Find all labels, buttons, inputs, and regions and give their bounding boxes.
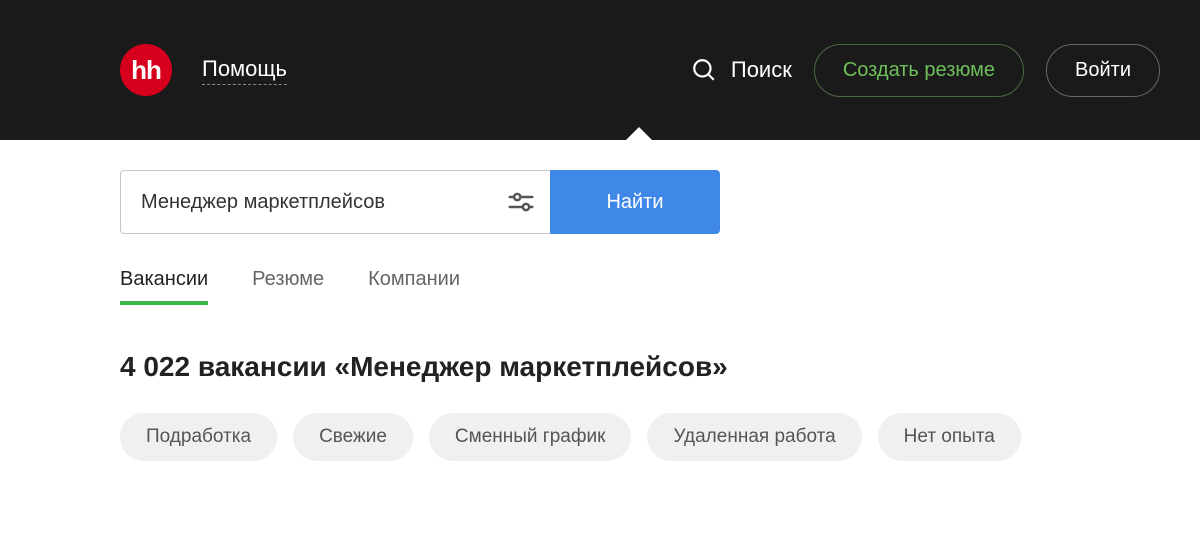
create-resume-label: Создать резюме — [843, 59, 995, 82]
filter-chip[interactable]: Свежие — [293, 413, 413, 461]
tab-companies[interactable]: Компании — [368, 268, 460, 305]
search-submit-label: Найти — [606, 191, 663, 214]
create-resume-button[interactable]: Создать резюме — [814, 44, 1024, 97]
search-icon — [691, 57, 717, 83]
chip-label: Нет опыта — [904, 426, 995, 447]
tab-resumes[interactable]: Резюме — [252, 268, 324, 305]
top-header: hh Помощь Поиск Создать резюме Войти — [0, 0, 1200, 140]
site-logo[interactable]: hh — [120, 44, 172, 96]
search-box — [120, 170, 550, 234]
chip-label: Сменный график — [455, 426, 606, 447]
search-bar: Найти — [120, 170, 720, 234]
site-logo-text: hh — [131, 55, 161, 86]
filter-chip[interactable]: Сменный график — [429, 413, 632, 461]
chip-label: Удаленная работа — [673, 426, 835, 447]
chip-label: Свежие — [319, 426, 387, 447]
top-header-left: hh Помощь — [120, 44, 287, 96]
result-tabs: Вакансии Резюме Компании — [120, 268, 1080, 305]
tab-label: Компании — [368, 268, 460, 290]
search-submit-button[interactable]: Найти — [550, 170, 720, 234]
filter-chips: Подработка Свежие Сменный график Удаленн… — [120, 413, 1080, 461]
search-input[interactable] — [141, 191, 506, 214]
login-label: Войти — [1075, 59, 1131, 82]
header-search-label: Поиск — [731, 57, 792, 83]
top-header-right: Поиск Создать резюме Войти — [691, 44, 1160, 97]
header-search-link[interactable]: Поиск — [691, 57, 792, 83]
tab-label: Вакансии — [120, 268, 208, 290]
filters-icon[interactable] — [506, 187, 536, 217]
tab-vacancies[interactable]: Вакансии — [120, 268, 208, 305]
login-button[interactable]: Войти — [1046, 44, 1160, 97]
chip-label: Подработка — [146, 426, 251, 447]
help-link[interactable]: Помощь — [202, 56, 287, 85]
filter-chip[interactable]: Подработка — [120, 413, 277, 461]
filter-chip[interactable]: Удаленная работа — [647, 413, 861, 461]
main-content: Найти Вакансии Резюме Компании 4 022 вак… — [0, 140, 1200, 461]
results-heading: 4 022 вакансии «Менеджер маркетплейсов» — [120, 351, 1080, 383]
header-notch — [625, 127, 653, 141]
tab-label: Резюме — [252, 268, 324, 290]
filter-chip[interactable]: Нет опыта — [878, 413, 1021, 461]
